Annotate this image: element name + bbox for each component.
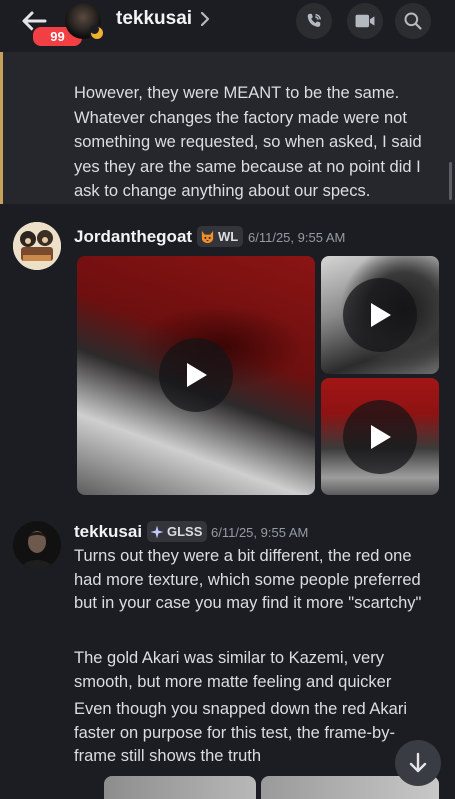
message-timestamp: 6/11/25, 9:55 AM	[248, 230, 346, 245]
message-timestamp: 6/11/25, 9:55 AM	[211, 525, 309, 540]
phone-icon	[307, 13, 321, 27]
scrollbar[interactable]	[449, 162, 452, 200]
moon-idle-icon	[89, 25, 105, 41]
play-icon	[371, 303, 391, 327]
message-paragraph: Turns out they were a bit different, the…	[74, 547, 422, 612]
server-tag-badge[interactable]: WL	[197, 226, 244, 247]
jump-to-present-button[interactable]	[395, 740, 441, 786]
avatar[interactable]	[13, 521, 61, 569]
message-author[interactable]: tekkusai	[74, 522, 142, 542]
play-button[interactable]	[343, 278, 417, 352]
channel-title[interactable]: tekkusai	[116, 8, 192, 30]
cat-face-icon	[201, 230, 214, 243]
server-tag-badge[interactable]: GLSS	[147, 521, 208, 542]
video-camera-icon	[355, 14, 375, 28]
video-attachment[interactable]	[77, 256, 315, 495]
avatar[interactable]	[13, 222, 61, 270]
video-attachment[interactable]	[321, 378, 439, 495]
message-paragraph: The gold Akari was similar to Kazemi, ve…	[74, 649, 392, 691]
video-attachment[interactable]	[321, 256, 439, 374]
search-button[interactable]	[395, 3, 431, 39]
play-icon	[187, 363, 207, 387]
play-button[interactable]	[343, 400, 417, 474]
highlighted-message[interactable]: However, they were MEANT to be the same.…	[0, 52, 455, 204]
channel-header: 99 tekkusai	[0, 0, 455, 52]
voice-call-button[interactable]	[296, 3, 332, 39]
play-button[interactable]	[159, 338, 233, 412]
message-text: However, they were MEANT to be the same.…	[74, 84, 422, 200]
play-icon	[371, 425, 391, 449]
message-paragraph: Even though you snapped down the red Aka…	[74, 700, 407, 765]
image-attachment[interactable]	[104, 776, 256, 799]
message-author[interactable]: Jordanthegoat	[74, 227, 192, 247]
search-icon	[404, 12, 422, 30]
arrow-down-icon	[409, 752, 427, 773]
tag-label: WL	[218, 229, 239, 244]
video-call-button[interactable]	[347, 3, 383, 39]
sparkle-icon	[150, 525, 164, 538]
tag-label: GLSS	[167, 524, 203, 539]
chevron-right-icon[interactable]	[200, 11, 210, 27]
avatar-art	[13, 521, 61, 569]
avatar-art	[13, 222, 61, 270]
